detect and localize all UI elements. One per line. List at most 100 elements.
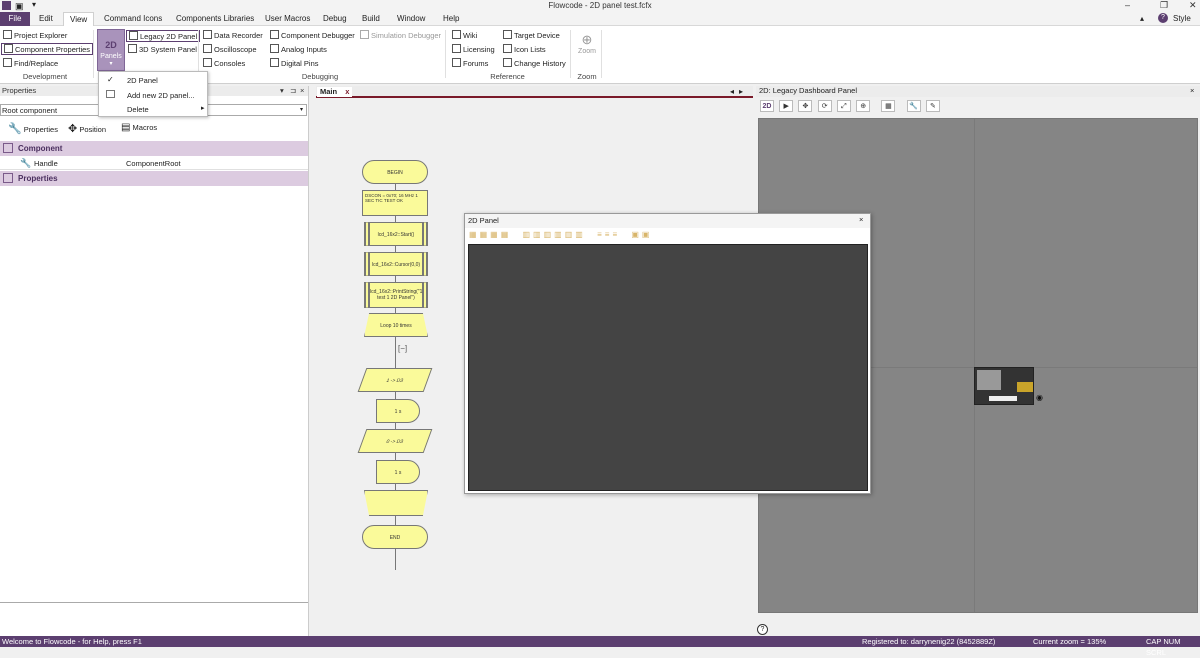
wiki-button[interactable]: Wiki — [452, 30, 477, 42]
icon-lists-button[interactable]: Icon Lists — [503, 44, 546, 56]
tab-user-macros[interactable]: User Macros — [265, 14, 310, 23]
tab-edit[interactable]: Edit — [39, 14, 53, 23]
position-tab[interactable]: ✥ Position — [68, 122, 106, 135]
wrench-tool-icon[interactable]: 🔧 — [906, 100, 921, 112]
tab-file[interactable]: File — [0, 12, 30, 26]
section-properties[interactable]: Properties — [0, 171, 308, 186]
zoom-tool-icon[interactable]: ⊕ — [856, 100, 871, 112]
tab-view[interactable]: View — [63, 12, 95, 27]
dock-icon[interactable]: ⊐ — [290, 86, 296, 95]
3d-system-panel-button[interactable]: 3D System Panel — [128, 44, 197, 56]
dashboard-close-icon[interactable]: × — [1190, 86, 1194, 95]
distribute-icon[interactable]: ≡ — [597, 230, 605, 239]
flow-delay-2[interactable]: 1 s — [376, 460, 420, 484]
size-icon[interactable]: ▣ — [631, 230, 642, 239]
analog-inputs-button[interactable]: Analog Inputs — [270, 44, 327, 56]
flow-macro-cursor[interactable]: lcd_16x2::Cursor(0,0) — [364, 252, 428, 276]
flow-end[interactable]: END — [362, 525, 428, 549]
align-icon[interactable]: ▦ — [469, 230, 480, 239]
align-icon[interactable]: ▥ — [544, 230, 555, 239]
tab-help[interactable]: Help — [443, 14, 459, 23]
align-icon[interactable]: ▥ — [522, 230, 533, 239]
find-replace-button[interactable]: Find/Replace — [3, 58, 58, 70]
digital-pins-button[interactable]: Digital Pins — [270, 58, 319, 70]
loop-collapse-icon[interactable]: [−] — [398, 344, 407, 353]
macros-tab[interactable]: ▤ Macros — [121, 122, 157, 133]
tab-command-icons[interactable]: Command Icons — [104, 14, 162, 23]
properties-tab[interactable]: 🔧 Properties — [8, 122, 58, 135]
2d-panel-close-icon[interactable]: × — [859, 215, 863, 224]
minimize-button[interactable]: – — [1125, 0, 1130, 10]
dropdown-item-delete[interactable]: Delete — [127, 105, 149, 114]
section-collapse-icon[interactable] — [3, 173, 13, 183]
flow-loop[interactable]: Loop 10 times — [364, 313, 428, 337]
scroll-right-icon[interactable]: ▸ — [739, 87, 743, 96]
target-device-button[interactable]: Target Device — [503, 30, 560, 42]
section-collapse-icon[interactable] — [3, 143, 13, 153]
consoles-button[interactable]: Consoles — [203, 58, 245, 70]
2d-panel-viewport[interactable] — [468, 244, 868, 491]
close-panel-icon[interactable]: × — [300, 86, 304, 95]
licensing-button[interactable]: Licensing — [452, 44, 495, 56]
align-icon[interactable]: ▦ — [480, 230, 491, 239]
help-icon[interactable]: ? — [1158, 13, 1168, 23]
tab-components-libraries[interactable]: Components Libraries — [176, 14, 254, 23]
size-icon[interactable]: ▣ — [642, 230, 653, 239]
data-recorder-button[interactable]: Data Recorder — [203, 30, 263, 42]
group-label-debugging: Debugging — [301, 72, 339, 81]
2d-view-button[interactable]: 2D — [760, 100, 774, 112]
section-component[interactable]: Component — [0, 141, 308, 156]
pen-tool-icon[interactable]: ✎ — [925, 100, 940, 112]
flow-output-1[interactable]: 1 -> D3 — [357, 368, 433, 392]
simulation-debugger-button[interactable]: Simulation Debugger — [360, 30, 441, 42]
flow-macro-print[interactable]: lcd_16x2::PrintString("1 test 1 2D Panel… — [364, 282, 428, 308]
tab-build[interactable]: Build — [362, 14, 380, 23]
panel-settings-icon[interactable]: ▦ — [881, 100, 896, 112]
align-icon[interactable]: ▦ — [501, 230, 512, 239]
tab-close-icon[interactable]: x — [345, 87, 349, 96]
tab-debug[interactable]: Debug — [323, 14, 347, 23]
align-icon[interactable]: ▥ — [533, 230, 544, 239]
flow-output-2[interactable]: 0 -> D3 — [357, 429, 433, 453]
oscilloscope-button[interactable]: Oscilloscope — [203, 44, 257, 56]
eye-icon[interactable]: ◉ — [1036, 393, 1043, 402]
flow-macro-start[interactable]: lcd_16x2::Start() — [364, 222, 428, 246]
dropdown-item-2d-panel[interactable]: 2D Panel — [127, 76, 158, 85]
dashboard-help-icon[interactable]: ? — [757, 624, 768, 635]
legacy-2d-panel-button[interactable]: Legacy 2D Panel — [126, 30, 201, 42]
component-properties-button[interactable]: Component Properties — [1, 43, 94, 55]
collapse-ribbon-icon[interactable]: ▴ — [1140, 14, 1144, 23]
project-explorer-button[interactable]: Project Explorer — [3, 30, 67, 42]
close-button[interactable]: ✕ — [1189, 0, 1197, 11]
move-tool-icon[interactable]: ✥ — [798, 100, 813, 112]
scroll-left-icon[interactable]: ◂ — [730, 87, 734, 96]
scale-tool-icon[interactable]: ⤢ — [836, 100, 851, 112]
forums-button[interactable]: Forums — [452, 58, 488, 70]
style-menu[interactable]: Style — [1173, 14, 1191, 23]
flow-calculation[interactable]: DSCON = 0x70; 16 MHz 1 SEC TIC TEST OK — [362, 190, 428, 216]
flow-begin[interactable]: BEGIN — [362, 160, 428, 184]
tab-main[interactable]: Main x — [317, 87, 353, 97]
tab-window[interactable]: Window — [397, 14, 425, 23]
dropdown-item-add-new-2d-panel[interactable]: Add new 2D panel... — [127, 91, 195, 100]
restore-button[interactable]: ❐ — [1160, 0, 1168, 11]
distribute-icon[interactable]: ≡ — [612, 230, 620, 239]
mini-panel-thumbnail[interactable] — [974, 367, 1034, 405]
align-icon[interactable]: ▥ — [554, 230, 565, 239]
2d-panels-button[interactable]: 2D Panels ▾ — [97, 29, 125, 71]
align-icon[interactable]: ▥ — [575, 230, 586, 239]
component-debugger-button[interactable]: Component Debugger — [270, 30, 355, 42]
rotate-tool-icon[interactable]: ⟳ — [817, 100, 832, 112]
pin-icon[interactable]: ▾ — [280, 86, 284, 95]
2d-panel-titlebar[interactable]: 2D Panel × — [465, 214, 870, 228]
pointer-tool-icon[interactable]: ▶ — [779, 100, 794, 112]
zoom-icon: ⊕ — [581, 32, 593, 47]
submenu-arrow-icon: ▸ — [201, 105, 205, 112]
zoom-button[interactable]: ⊕ Zoom — [576, 32, 598, 55]
change-history-button[interactable]: Change History — [503, 58, 566, 70]
align-icon[interactable]: ▥ — [565, 230, 576, 239]
flow-delay-1[interactable]: 1 s — [376, 399, 420, 423]
flow-loop-end[interactable] — [364, 490, 428, 516]
align-icon[interactable]: ▦ — [490, 230, 501, 239]
property-row-handle[interactable]: 🔧 Handle ComponentRoot — [0, 157, 308, 170]
